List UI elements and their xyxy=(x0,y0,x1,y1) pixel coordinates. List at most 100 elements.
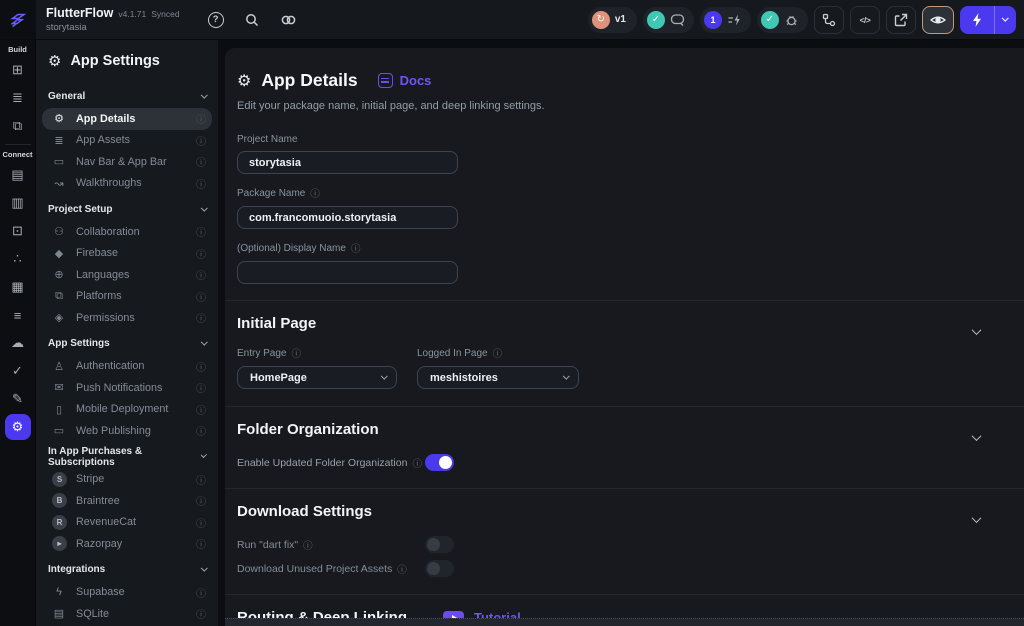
run-bolt-icon[interactable] xyxy=(960,6,994,34)
sidebar-item-stripe[interactable]: S Stripe ⓘ xyxy=(42,469,212,491)
info-icon[interactable]: ⓘ xyxy=(412,456,422,470)
tutorial-link[interactable]: Tutorial xyxy=(474,610,521,618)
info-icon[interactable]: ⓘ xyxy=(196,224,206,239)
sidebar-item-languages[interactable]: ⊕ Languages ⓘ xyxy=(42,264,212,286)
sidebar-item-authentication[interactable]: ♙ Authentication ⓘ xyxy=(42,356,212,378)
search-icon[interactable] xyxy=(244,12,260,28)
docs-link[interactable]: Docs xyxy=(378,73,432,88)
code-view-button[interactable]: </> xyxy=(850,6,880,34)
sidebar-item-web-publishing[interactable]: ▭ Web Publishing ⓘ xyxy=(42,420,212,442)
tests-icon[interactable]: ✓ xyxy=(5,358,31,384)
app-title: FlutterFlow xyxy=(46,6,113,20)
info-icon[interactable]: ⓘ xyxy=(196,176,206,191)
files-icon[interactable]: ⊡ xyxy=(5,218,31,244)
open-external-button[interactable] xyxy=(886,6,916,34)
sidebar-item-sqlite[interactable]: ▤ SQLite ⓘ xyxy=(42,603,212,625)
sidebar-item-permissions[interactable]: ◈ Permissions ⓘ xyxy=(42,307,212,329)
section-general[interactable]: General xyxy=(42,84,212,108)
section-project-setup[interactable]: Project Setup xyxy=(42,197,212,221)
info-icon[interactable]: ⓘ xyxy=(351,241,361,255)
permissions-icon: ◈ xyxy=(51,311,67,324)
section-integrations[interactable]: Integrations xyxy=(42,558,212,582)
info-icon[interactable]: ⓘ xyxy=(310,186,320,200)
settings-icon[interactable]: ⚙ xyxy=(5,414,31,440)
info-icon[interactable]: ⓘ xyxy=(196,267,206,282)
link-icon[interactable] xyxy=(280,12,297,28)
run-button[interactable] xyxy=(960,6,1016,34)
sidebar-item-supabase[interactable]: ϟ Supabase ⓘ xyxy=(42,582,212,604)
app-state-icon[interactable]: ≡ xyxy=(5,302,31,328)
info-icon[interactable]: ⓘ xyxy=(196,402,206,417)
sidebar-item-platforms[interactable]: ⧉ Platforms ⓘ xyxy=(42,286,212,308)
media-assets-icon[interactable]: ▦ xyxy=(5,274,31,300)
tutorial-video-icon[interactable] xyxy=(443,611,464,619)
section-in-app-purchases[interactable]: In App Purchases & Subscriptions xyxy=(42,445,212,469)
help-icon[interactable]: ? xyxy=(208,12,224,28)
add-page-icon[interactable]: ⊞ xyxy=(5,57,31,83)
sidebar-item-nav-bar[interactable]: ▭ Nav Bar & App Bar ⓘ xyxy=(42,151,212,173)
cloud-functions-icon[interactable]: ☁ xyxy=(5,330,31,356)
info-icon[interactable]: ⓘ xyxy=(196,246,206,261)
info-icon[interactable]: ⓘ xyxy=(196,472,206,487)
collapse-chevron-icon[interactable] xyxy=(973,510,980,528)
collapse-chevron-icon[interactable] xyxy=(973,322,980,340)
sidebar-item-push-notifications[interactable]: ✉ Push Notifications ⓘ xyxy=(42,377,212,399)
info-icon[interactable]: ⓘ xyxy=(291,346,301,360)
section-app-settings[interactable]: App Settings xyxy=(42,332,212,356)
widget-tree-icon[interactable]: ≣ xyxy=(5,85,31,111)
info-icon[interactable]: ⓘ xyxy=(493,346,503,360)
info-icon[interactable]: ⓘ xyxy=(196,359,206,374)
flutterflow-logo[interactable] xyxy=(0,0,36,40)
devices-icon[interactable]: ⧉ xyxy=(5,113,31,139)
package-name-input[interactable]: com.francomuoio.storytasia xyxy=(237,206,458,229)
optimizations-pill[interactable]: 1 xyxy=(700,7,751,33)
sidebar-item-mobile-deployment[interactable]: ▯ Mobile Deployment ⓘ xyxy=(42,399,212,421)
nav-bar-icon: ▭ xyxy=(51,155,67,168)
sidebar-item-collaboration[interactable]: ⚇ Collaboration ⓘ xyxy=(42,221,212,243)
initial-page-section: Initial Page Entry Page ⓘ HomePage Logge… xyxy=(225,300,1024,406)
info-icon[interactable]: ⓘ xyxy=(303,538,313,552)
sidebar-item-walkthroughs[interactable]: ↝ Walkthroughs ⓘ xyxy=(42,173,212,195)
version-history-pill[interactable]: ↻ v1 xyxy=(588,7,637,33)
stripe-icon: S xyxy=(52,472,67,487)
logged-in-page-select[interactable]: meshistoires xyxy=(417,366,579,389)
info-icon[interactable]: ⓘ xyxy=(196,536,206,551)
folder-organization-toggle[interactable] xyxy=(425,454,454,471)
info-icon[interactable]: ⓘ xyxy=(196,423,206,438)
branch-button[interactable] xyxy=(814,6,844,34)
sidebar-item-razorpay[interactable]: ▸ Razorpay ⓘ xyxy=(42,533,212,555)
sidebar-item-braintree[interactable]: B Braintree ⓘ xyxy=(42,490,212,512)
debug-pill[interactable]: ✓ xyxy=(757,7,808,33)
info-icon[interactable]: ⓘ xyxy=(196,585,206,600)
collaboration-icon: ⚇ xyxy=(51,225,67,238)
sidebar-item-app-assets[interactable]: ≣ App Assets ⓘ xyxy=(42,130,212,152)
sidebar-item-app-details[interactable]: ⚙ App Details ⓘ xyxy=(42,108,212,130)
api-calls-icon[interactable]: ▤ xyxy=(5,162,31,188)
info-icon[interactable]: ⓘ xyxy=(196,493,206,508)
sidebar-item-firebase[interactable]: ◆ Firebase ⓘ xyxy=(42,243,212,265)
preview-button[interactable] xyxy=(922,6,954,34)
sidebar-item-revenuecat[interactable]: R RevenueCat ⓘ xyxy=(42,512,212,534)
info-icon[interactable]: ⓘ xyxy=(397,562,407,576)
rail-build-label: Build xyxy=(8,45,27,54)
info-icon[interactable]: ⓘ xyxy=(196,310,206,325)
info-icon[interactable]: ⓘ xyxy=(196,154,206,169)
entry-page-select[interactable]: HomePage xyxy=(237,366,397,389)
info-icon[interactable]: ⓘ xyxy=(196,515,206,530)
theme-icon[interactable]: ✎ xyxy=(5,386,31,412)
info-icon[interactable]: ⓘ xyxy=(196,111,206,126)
integrations-icon[interactable]: ∴ xyxy=(5,246,31,272)
logged-in-page-field: Logged In Page ⓘ meshistoires xyxy=(417,346,579,389)
dart-fix-toggle[interactable] xyxy=(425,536,454,553)
info-icon[interactable]: ⓘ xyxy=(196,289,206,304)
project-name-input[interactable]: storytasia xyxy=(237,151,458,174)
info-icon[interactable]: ⓘ xyxy=(196,380,206,395)
info-icon[interactable]: ⓘ xyxy=(196,133,206,148)
comments-pill[interactable]: ✓ xyxy=(643,7,694,33)
collapse-chevron-icon[interactable] xyxy=(973,428,980,446)
cms-icon[interactable]: ▥ xyxy=(5,190,31,216)
info-icon[interactable]: ⓘ xyxy=(196,606,206,621)
unused-assets-toggle[interactable] xyxy=(425,560,454,577)
run-options-chevron[interactable] xyxy=(995,6,1016,34)
display-name-input[interactable] xyxy=(237,261,458,284)
